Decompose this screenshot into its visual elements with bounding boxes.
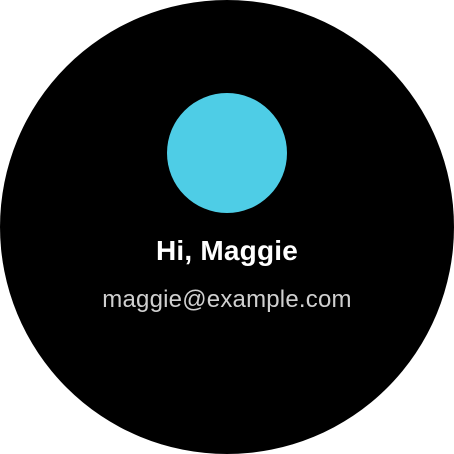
avatar[interactable] [167, 93, 287, 213]
account-email: maggie@example.com [102, 286, 352, 313]
greeting-text: Hi, Maggie [155, 235, 298, 266]
watch-screen: Hi, Maggie maggie@example.com [0, 0, 454, 454]
